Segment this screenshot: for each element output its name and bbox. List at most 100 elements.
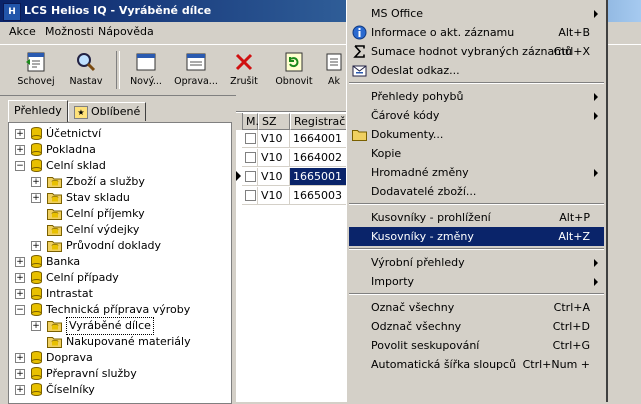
tree-node-label: Zboží a služby xyxy=(66,175,145,188)
expand-icon[interactable]: + xyxy=(31,321,41,331)
row-checkbox[interactable] xyxy=(245,171,256,182)
table-row[interactable]: V10 1664001 xyxy=(236,130,348,149)
submenu-arrow-icon xyxy=(594,169,598,177)
tree-node[interactable]: + Doprava xyxy=(15,350,225,366)
expand-icon[interactable]: + xyxy=(15,289,25,299)
grid-column-header[interactable]: Registrač. xyxy=(290,113,349,130)
expand-icon[interactable]: + xyxy=(15,257,25,267)
actions-button[interactable]: Ak xyxy=(322,49,346,93)
menu-item-label: Odeslat odkaz... xyxy=(371,64,460,77)
menu-item-vyrobni-prehledy[interactable]: Výrobní přehledy xyxy=(349,253,604,272)
menu-item-label: Přehledy pohybů xyxy=(371,90,464,103)
row-checkbox[interactable] xyxy=(245,133,256,144)
folder-database-icon xyxy=(47,321,62,332)
table-row[interactable]: V10 1665003 xyxy=(236,187,348,206)
expand-icon[interactable]: + xyxy=(31,193,41,203)
sz-cell: V10 xyxy=(258,149,290,167)
menu-item-importy[interactable]: Importy xyxy=(349,272,604,291)
database-icon xyxy=(31,383,42,396)
row-checkbox-cell[interactable] xyxy=(242,168,258,186)
grid-column-header[interactable]: SZ xyxy=(258,113,290,130)
tree-node[interactable]: + Vyráběné dílce xyxy=(31,317,225,335)
menu-napoveda[interactable]: Nápověda xyxy=(98,25,154,38)
expand-icon[interactable]: + xyxy=(31,241,41,251)
tree-node[interactable]: + Zboží a služby xyxy=(31,174,225,190)
set-button-label: Nastav xyxy=(69,76,103,87)
menu-item-kusovniky-prohlizeni[interactable]: Kusovníky - prohlížení Alt+P xyxy=(349,208,604,227)
new-button[interactable]: Nový... xyxy=(120,49,172,93)
menu-item-kopie[interactable]: Kopie xyxy=(349,144,604,163)
menu-item-informace-o-akt-zaznamu[interactable]: Informace o akt. záznamu Alt+B xyxy=(349,23,604,42)
menu-item-sumace-hodnot-vybranych-zaznamu[interactable]: Sumace hodnot vybraných záznamů Ctrl+X xyxy=(349,42,604,61)
menu-item-odeslat-odkaz[interactable]: Odeslat odkaz... xyxy=(349,61,604,80)
tree-node[interactable]: + Intrastat xyxy=(15,286,225,302)
menu-item-dokumenty[interactable]: Dokumenty... xyxy=(349,125,604,144)
menu-item-kusovniky-zmeny[interactable]: Kusovníky - změny Alt+Z xyxy=(349,227,604,246)
tree-node[interactable]: + Stav skladu xyxy=(31,190,225,206)
cancel-button[interactable]: Zrušit xyxy=(218,49,270,93)
star-icon: ★ xyxy=(74,105,88,119)
menu-item-label: Odznač všechny xyxy=(371,320,462,333)
menu-item-povolit-seskupovani[interactable]: Povolit seskupování Ctrl+G xyxy=(349,336,604,355)
grid-column-header[interactable]: M. xyxy=(242,113,259,130)
edit-button[interactable]: Oprava... xyxy=(170,49,222,93)
menu-separator xyxy=(349,82,604,84)
menu-item-automaticka-sirka-sloupcu[interactable]: Automatická šířka sloupců Ctrl+Num + xyxy=(349,355,604,374)
actions-button-label: Ak xyxy=(327,76,340,87)
send-link-icon xyxy=(352,65,367,77)
row-checkbox-cell[interactable] xyxy=(242,187,258,205)
table-row[interactable]: V10 1665001 xyxy=(236,168,348,187)
menu-akce[interactable]: Akce xyxy=(9,25,36,38)
tree-node[interactable]: + Přepravní služby xyxy=(15,366,225,382)
tab-prehledy[interactable]: Přehledy xyxy=(8,100,68,122)
collapse-icon[interactable]: − xyxy=(15,305,25,315)
expand-icon[interactable]: + xyxy=(15,129,25,139)
menu-separator xyxy=(349,203,604,205)
menu-item-odznac-vsechny[interactable]: Odznač všechny Ctrl+D xyxy=(349,317,604,336)
expand-icon[interactable]: + xyxy=(15,353,25,363)
database-icon xyxy=(31,287,42,300)
tree-node-label: Pokladna xyxy=(46,143,96,156)
refresh-button[interactable]: Obnovit xyxy=(268,49,320,93)
expand-icon[interactable]: + xyxy=(15,385,25,395)
hide-button[interactable]: Schovej xyxy=(10,49,62,93)
menu-moznosti[interactable]: Možnosti xyxy=(45,25,94,38)
tree-node[interactable]: + Celní případy xyxy=(15,270,225,286)
hide-button-label: Schovej xyxy=(17,76,55,87)
row-checkbox-cell[interactable] xyxy=(242,149,258,167)
menu-item-prehledy-pohybu[interactable]: Přehledy pohybů xyxy=(349,87,604,106)
tree-node-label: Celní výdejky xyxy=(66,223,140,236)
menu-item-dodavatele-zbozi[interactable]: Dodavatelé zboží... xyxy=(349,182,604,201)
collapse-icon[interactable]: − xyxy=(15,161,25,171)
tree-node[interactable]: Celní výdejky xyxy=(31,222,225,238)
info-icon xyxy=(352,25,367,40)
menu-item-label: Výrobní přehledy xyxy=(371,256,465,269)
table-row[interactable]: V10 1664002 xyxy=(236,149,348,168)
tree-node[interactable]: + Průvodní doklady xyxy=(31,238,225,254)
menu-item-ms-office[interactable]: MS Office xyxy=(349,4,604,23)
tree-node[interactable]: + Banka xyxy=(15,254,225,270)
database-icon xyxy=(31,271,42,284)
tree-node[interactable]: Celní příjemky xyxy=(31,206,225,222)
tab-oblibene[interactable]: ★ Oblíbené xyxy=(68,102,147,121)
expand-icon[interactable]: + xyxy=(15,369,25,379)
tree-node[interactable]: − Technická příprava výroby xyxy=(15,302,225,318)
tree-node[interactable]: − Celní sklad xyxy=(15,158,225,174)
tree-node[interactable]: + Pokladna xyxy=(15,142,225,158)
expand-icon[interactable]: + xyxy=(31,177,41,187)
menu-item-oznac-vsechny[interactable]: Označ všechny Ctrl+A xyxy=(349,298,604,317)
row-checkbox[interactable] xyxy=(245,190,256,201)
row-checkbox-cell[interactable] xyxy=(242,130,258,148)
tree-node[interactable]: + Číselníky xyxy=(15,382,225,398)
tree-node-label: Přepravní služby xyxy=(46,367,137,380)
row-checkbox[interactable] xyxy=(245,152,256,163)
tree-node[interactable]: + Účetnictví xyxy=(15,126,225,142)
submenu-arrow-icon xyxy=(594,112,598,120)
expand-icon[interactable]: + xyxy=(15,273,25,283)
menu-item-hromadne-zmeny[interactable]: Hromadné změny xyxy=(349,163,604,182)
expand-icon[interactable]: + xyxy=(15,145,25,155)
set-button[interactable]: Nastav xyxy=(60,49,112,93)
menu-item-shortcut: Ctrl+G xyxy=(552,339,590,352)
menu-item-carove-kody[interactable]: Čárové kódy xyxy=(349,106,604,125)
tree-node[interactable]: Nakupované materiály xyxy=(31,334,225,350)
